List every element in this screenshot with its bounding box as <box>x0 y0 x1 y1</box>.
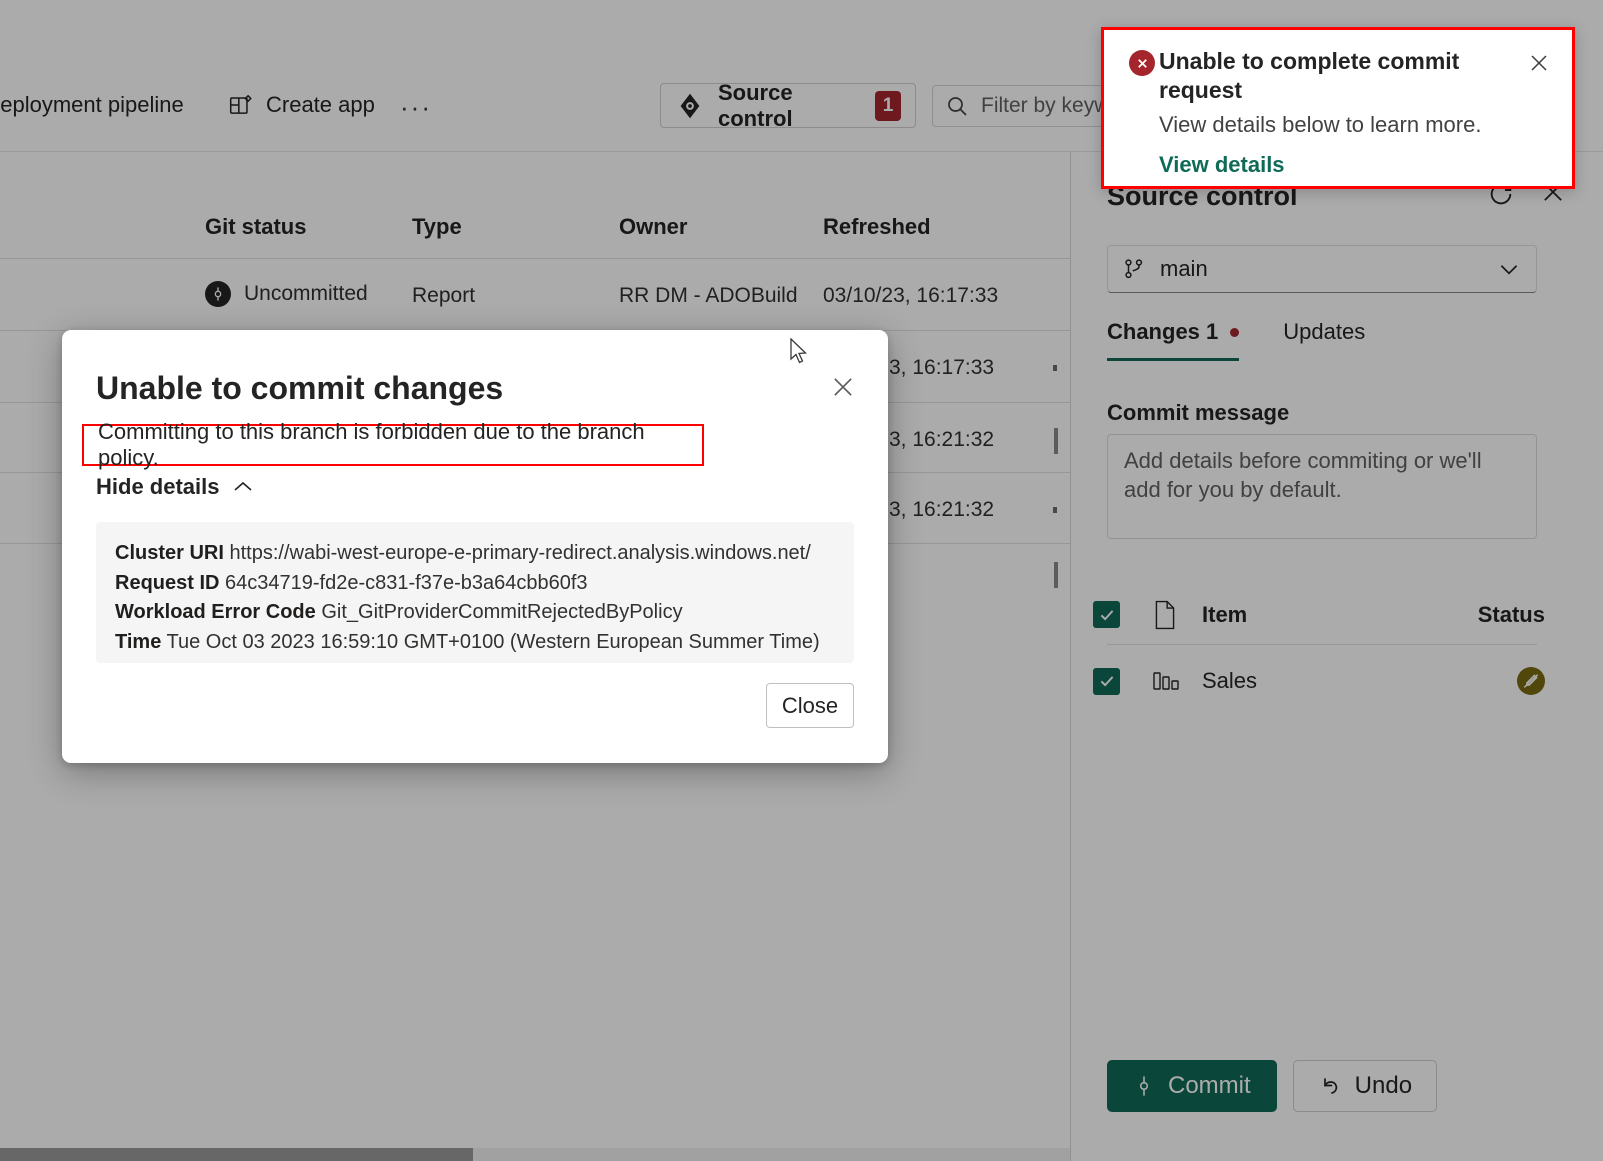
detail-label: Cluster URI <box>115 542 224 564</box>
cell-owner: RR DM - ADOBuild <box>619 284 798 308</box>
detail-value: 64c34719-fd2e-c831-f37e-b3a64cbb60f3 <box>225 572 588 594</box>
create-app-label: Create app <box>266 92 375 118</box>
detail-cluster-uri: Cluster URI https://wabi-west-europe-e-p… <box>115 539 835 569</box>
view-details-link[interactable]: View details <box>1159 152 1285 178</box>
dialog-close-button[interactable]: Close <box>766 683 854 728</box>
dataset-icon <box>1152 668 1186 694</box>
undo-icon <box>1318 1074 1342 1098</box>
toast-close-icon[interactable] <box>1524 48 1554 78</box>
undo-button-label: Undo <box>1355 1072 1412 1100</box>
search-icon <box>945 94 969 118</box>
tab-changes[interactable]: Changes 1 <box>1107 319 1239 361</box>
detail-label: Request ID <box>115 572 219 594</box>
branch-name: main <box>1160 256 1482 282</box>
dialog-title: Unable to commit changes <box>96 370 503 407</box>
tab-updates[interactable]: Updates <box>1283 319 1365 361</box>
row-scroll-tick <box>1053 365 1057 371</box>
column-header-refreshed[interactable]: Refreshed <box>823 214 931 240</box>
error-toast: Unable to complete commit request View d… <box>1101 27 1575 189</box>
cell-git-status-label: Uncommitted <box>244 282 368 306</box>
source-control-button[interactable]: Source control 1 <box>660 83 916 128</box>
list-item[interactable]: Sales <box>1093 652 1553 710</box>
cell-refreshed: 03/10/23, 16:17:33 <box>823 284 998 308</box>
detail-label: Workload Error Code <box>115 601 316 623</box>
detail-label: Time <box>115 631 161 653</box>
deployment-pipeline-label: deployment pipeline <box>0 92 184 118</box>
commit-message-input[interactable] <box>1107 434 1537 539</box>
hide-details-toggle[interactable]: Hide details <box>96 474 253 500</box>
column-header-owner[interactable]: Owner <box>619 214 687 240</box>
source-control-badge: 1 <box>875 91 901 121</box>
create-app-button[interactable]: Create app <box>228 92 375 118</box>
deployment-pipeline-button[interactable]: deployment pipeline <box>0 92 184 118</box>
item-checkbox[interactable] <box>1093 668 1120 695</box>
commit-button[interactable]: Commit <box>1107 1060 1277 1112</box>
row-scroll-tick <box>1053 507 1057 513</box>
chevron-up-icon <box>233 480 253 494</box>
modified-status-icon <box>1517 667 1545 695</box>
error-details-box: Cluster URI https://wabi-west-europe-e-p… <box>96 522 854 663</box>
commit-button-label: Commit <box>1168 1072 1251 1100</box>
panel-action-buttons: Commit Undo <box>1107 1060 1437 1112</box>
column-header-git-status[interactable]: Git status <box>205 214 306 240</box>
column-header-type[interactable]: Type <box>412 214 462 240</box>
error-dialog: Unable to commit changes Committing to t… <box>62 330 888 763</box>
cell-refreshed: 3, 16:21:32 <box>889 428 994 452</box>
toast-subtitle: View details below to learn more. <box>1159 112 1481 138</box>
hide-details-label: Hide details <box>96 474 219 500</box>
detail-time: Time Tue Oct 03 2023 16:59:10 GMT+0100 (… <box>115 628 835 658</box>
ellipsis-icon: ··· <box>400 92 432 123</box>
source-control-label: Source control <box>718 80 862 132</box>
cell-type: Report <box>412 284 475 308</box>
items-column-item: Item <box>1202 602 1478 628</box>
dialog-close-icon[interactable] <box>826 370 860 404</box>
items-list-header: Item Status <box>1093 587 1553 642</box>
dialog-message: Committing to this branch is forbidden d… <box>98 419 702 471</box>
items-column-status: Status <box>1478 602 1545 628</box>
table-row[interactable]: Uncommitted Report RR DM - ADOBuild 03/1… <box>0 259 1071 330</box>
detail-value: Tue Oct 03 2023 16:59:10 GMT+0100 (Weste… <box>167 631 820 653</box>
cell-refreshed: 3, 16:21:32 <box>889 498 994 522</box>
error-circle-icon <box>1129 50 1155 76</box>
branch-icon <box>1122 257 1146 281</box>
dialog-message-highlight: Committing to this branch is forbidden d… <box>82 424 704 466</box>
detail-value: https://wabi-west-europe-e-primary-redir… <box>229 542 810 564</box>
row-scroll-tick <box>1054 428 1058 454</box>
source-control-icon <box>675 91 705 121</box>
more-options-button[interactable]: ··· <box>400 92 432 123</box>
table-header-row: Git status Type Owner Refreshed <box>0 152 1071 258</box>
file-icon <box>1152 600 1186 630</box>
undo-button[interactable]: Undo <box>1293 1060 1437 1112</box>
detail-value: Git_GitProviderCommitRejectedByPolicy <box>321 601 682 623</box>
row-scroll-tick <box>1054 562 1058 588</box>
items-divider <box>1107 644 1537 645</box>
cell-refreshed: 3, 16:17:33 <box>889 356 994 380</box>
commit-icon <box>1133 1074 1155 1098</box>
tab-changes-label: Changes 1 <box>1107 319 1218 345</box>
changes-dot-icon <box>1230 328 1239 337</box>
uncommitted-icon <box>205 281 231 307</box>
commit-message-label: Commit message <box>1107 400 1289 426</box>
chevron-down-icon <box>1496 256 1522 282</box>
cell-git-status: Uncommitted <box>205 281 368 307</box>
horizontal-scrollbar-thumb[interactable] <box>0 1148 473 1161</box>
toast-title: Unable to complete commit request <box>1159 47 1479 105</box>
branch-dropdown[interactable]: main <box>1107 245 1537 293</box>
tab-updates-label: Updates <box>1283 319 1365 345</box>
create-app-icon <box>228 92 254 118</box>
detail-workload-error-code: Workload Error Code Git_GitProviderCommi… <box>115 598 835 628</box>
panel-tabs: Changes 1 Updates <box>1107 319 1365 361</box>
select-all-checkbox[interactable] <box>1093 601 1120 628</box>
source-control-panel: Source control <box>1071 152 1603 1161</box>
detail-request-id: Request ID 64c34719-fd2e-c831-f37e-b3a64… <box>115 569 835 599</box>
item-name: Sales <box>1202 668 1517 694</box>
